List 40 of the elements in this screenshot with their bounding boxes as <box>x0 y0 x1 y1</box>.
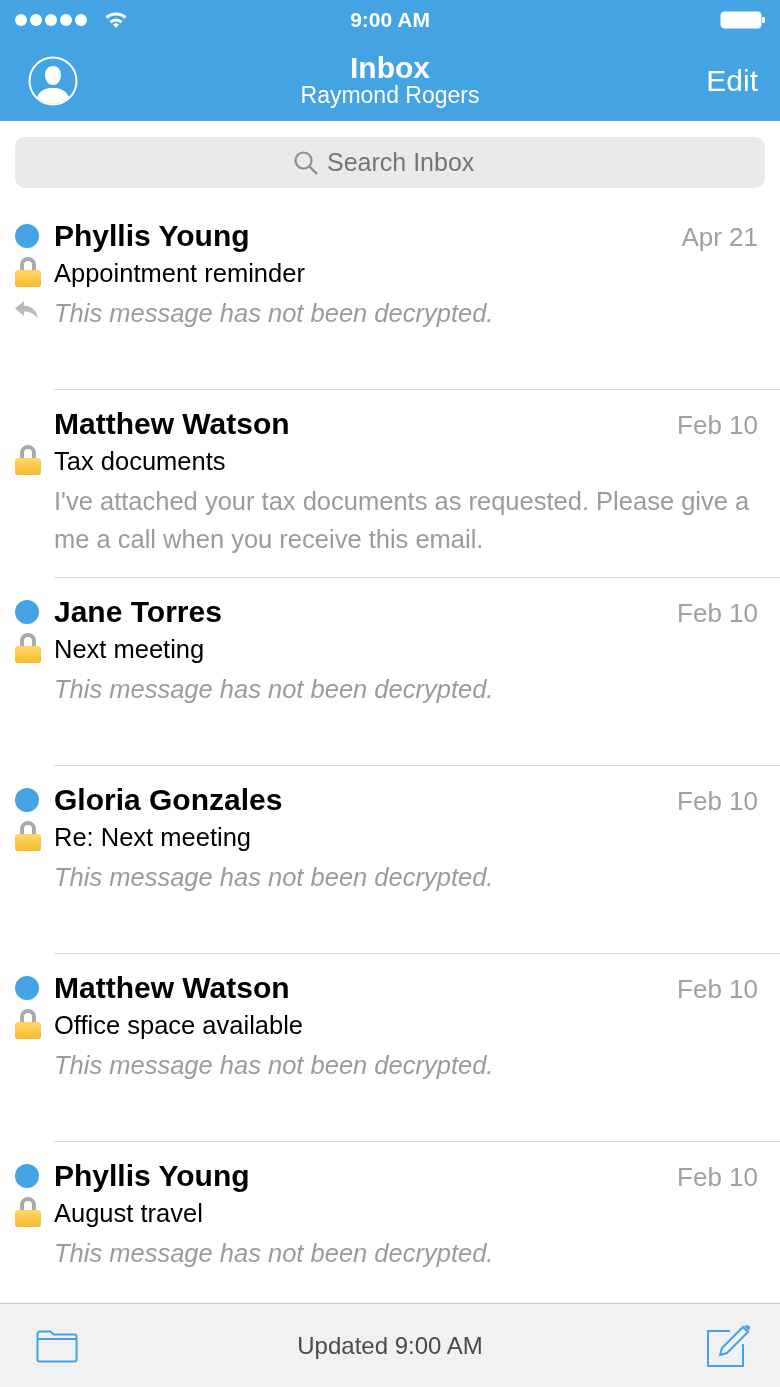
message-subject: Office space available <box>54 1010 304 1041</box>
message-preview: This message has not been decrypted. <box>54 674 495 705</box>
message-date: Feb 10 <box>677 409 758 442</box>
message-preview: This message has not been decrypted. <box>54 1238 495 1269</box>
search-icon <box>293 149 319 176</box>
message-preview: This message has not been decrypted. <box>54 1050 495 1081</box>
message-preview: This message has not been decrypted. <box>54 862 495 893</box>
message-row[interactable]: Matthew Watson Feb 10 Office space available This message has not been decrypted. <box>0 954 780 1142</box>
compose-icon[interactable] <box>706 1323 752 1368</box>
message-date: Feb 10 <box>677 785 758 818</box>
account-name: Raymond Rogers <box>300 82 480 109</box>
message-preview: This message has not been decrypted. <box>54 298 495 329</box>
message-row[interactable]: Gloria Gonzales Feb 10 Re: Next meeting This message has not been decrypted. <box>0 766 780 954</box>
message-subject: August travel <box>54 1198 204 1229</box>
avatar-icon[interactable] <box>28 55 78 106</box>
sender-name: Matthew Watson <box>54 971 290 1005</box>
sender-name: Phyllis Young <box>54 219 250 253</box>
message-row[interactable]: Jane Torres Feb 10 Next meeting This message has not been decrypted. <box>0 578 780 766</box>
message-subject: Next meeting <box>54 634 206 665</box>
message-subject: Appointment reminder <box>54 258 306 289</box>
status-time: 9:00 AM <box>350 7 430 34</box>
message-date: Feb 10 <box>677 1161 758 1194</box>
inbox-title: Inbox <box>350 52 430 83</box>
update-status: Updated 9:00 AM <box>297 1330 483 1361</box>
folder-icon[interactable] <box>36 1328 78 1363</box>
sender-name: Phyllis Young <box>54 1159 250 1193</box>
message-row[interactable]: Matthew Watson Feb 10 Tax documents I've attached your tax documents as requested. Please give a me a call when you receive this email. <box>0 390 780 578</box>
message-date: Feb 10 <box>677 973 758 1006</box>
sender-name: Matthew Watson <box>54 407 290 441</box>
search-field[interactable]: Search Inbox <box>327 143 487 182</box>
message-preview: I've attached your tax documents as requested. Please give a me a call when you receive this email. <box>54 486 751 555</box>
message-date: Apr 21 <box>681 221 758 254</box>
battery-icon <box>720 11 766 29</box>
message-row[interactable]: Phyllis Young Apr 21 Appointment reminder This message has not been decrypted. <box>0 202 780 390</box>
message-date: Feb 10 <box>677 597 758 630</box>
wifi-icon <box>104 11 128 29</box>
sender-name: Gloria Gonzales <box>54 783 283 817</box>
message-subject: Tax documents <box>54 446 227 477</box>
message-subject: Re: Next meeting <box>54 822 252 853</box>
sender-name: Jane Torres <box>54 595 222 629</box>
